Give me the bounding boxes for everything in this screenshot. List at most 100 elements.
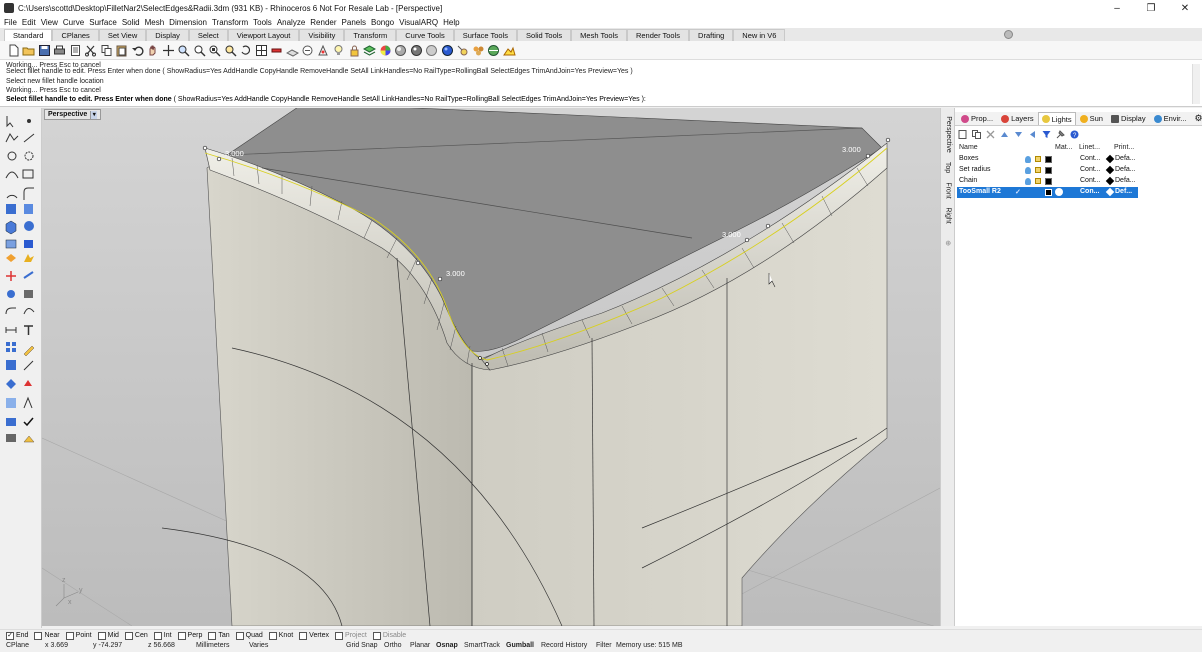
checkbox-icon[interactable]	[153, 631, 162, 640]
menu-analyze[interactable]: Analyze	[277, 18, 305, 27]
checkbox-icon[interactable]	[65, 631, 74, 640]
layer-lock-icon[interactable]	[1035, 178, 1041, 184]
panel-tab-properties[interactable]: Prop...	[957, 112, 997, 125]
panel-tab-sun[interactable]: Sun	[1076, 112, 1107, 125]
properties-sheet-icon[interactable]	[68, 43, 82, 57]
menu-surface[interactable]: Surface	[89, 18, 117, 27]
minimize-button[interactable]: –	[1100, 0, 1134, 16]
layer-tools-icon[interactable]	[1055, 129, 1065, 139]
status-planar[interactable]: Planar	[410, 642, 430, 649]
layer-visible-bulb-icon[interactable]	[1025, 156, 1031, 163]
column-print[interactable]: Print...	[1114, 144, 1134, 151]
checkbox-icon[interactable]	[299, 631, 308, 640]
osnap-near[interactable]: Near	[34, 631, 60, 640]
column-linetype[interactable]: Linet...	[1079, 144, 1100, 151]
tab-cplanes[interactable]: CPlanes	[52, 29, 99, 41]
tab-standard[interactable]: Standard	[4, 29, 53, 41]
filter-icon[interactable]	[1041, 129, 1051, 139]
panel-tab-layers[interactable]: Layers	[997, 112, 1038, 125]
layer-row[interactable]: Boxes Cont... Defa...	[957, 154, 1138, 165]
status-grid-snap[interactable]: Grid Snap	[346, 642, 378, 649]
status-ortho[interactable]: Ortho	[384, 642, 402, 649]
print-color-icon[interactable]	[1105, 165, 1115, 175]
tab-mesh-tools[interactable]: Mesh Tools	[571, 29, 627, 41]
osnap-end[interactable]: ✓ End	[6, 631, 28, 640]
osnap-cen[interactable]: Cen	[124, 631, 148, 640]
save-icon[interactable]	[37, 43, 51, 57]
move-up-icon[interactable]	[999, 129, 1009, 139]
spotlight-icon[interactable]	[456, 43, 470, 57]
paste-icon[interactable]	[115, 43, 129, 57]
copy-icon[interactable]	[99, 43, 113, 57]
menu-file[interactable]: File	[4, 18, 17, 27]
menu-transform[interactable]: Transform	[212, 18, 248, 27]
rendered-sphere-icon[interactable]	[409, 43, 423, 57]
help-icon[interactable]: ?	[1069, 129, 1079, 139]
print-color-icon[interactable]	[1105, 176, 1115, 186]
maximize-button[interactable]: ❐	[1134, 0, 1168, 16]
zoom-extents-icon[interactable]	[208, 43, 222, 57]
column-name[interactable]: Name	[959, 144, 978, 151]
menu-mesh[interactable]: Mesh	[145, 18, 165, 27]
layer-row[interactable]: Chain Cont... Defa...	[957, 176, 1138, 187]
ghosted-sphere-icon[interactable]	[425, 43, 439, 57]
status-smarttrack[interactable]: SmartTrack	[464, 642, 500, 649]
new-sublayer-icon[interactable]	[971, 129, 981, 139]
menu-solid[interactable]: Solid	[122, 18, 140, 27]
tab-drafting[interactable]: Drafting	[689, 29, 734, 41]
tab-visibility[interactable]: Visibility	[299, 29, 345, 41]
checkbox-icon[interactable]	[268, 631, 277, 640]
checkbox-icon[interactable]	[177, 631, 186, 640]
tab-display[interactable]: Display	[146, 29, 189, 41]
tab-solid-tools[interactable]: Solid Tools	[517, 29, 572, 41]
environment-icon[interactable]	[487, 43, 501, 57]
viewport-tab-top[interactable]: Top	[942, 158, 954, 176]
command-history-scrollbar[interactable]	[1192, 64, 1200, 104]
lock-icon[interactable]	[347, 43, 361, 57]
osnap-project[interactable]: Project	[335, 631, 367, 640]
menu-panels[interactable]: Panels	[342, 18, 366, 27]
move-parent-icon[interactable]	[1027, 129, 1037, 139]
status-layer[interactable]: Varies	[249, 642, 268, 649]
layer-lock-icon[interactable]	[1035, 156, 1041, 162]
four-viewports-icon[interactable]	[254, 43, 268, 57]
checkbox-icon[interactable]	[208, 631, 217, 640]
cut-icon[interactable]	[84, 43, 98, 57]
checkbox-icon[interactable]	[372, 631, 381, 640]
grid-display-icon[interactable]	[285, 43, 299, 57]
status-units[interactable]: Millimeters	[196, 642, 229, 649]
tab-viewport-layout[interactable]: Viewport Layout	[227, 29, 300, 41]
select-all-icon[interactable]	[270, 43, 284, 57]
menu-view[interactable]: View	[41, 18, 58, 27]
layer-row-current[interactable]: TooSmall R2 ✓ Con... Def...	[957, 187, 1138, 198]
osnap-quad[interactable]: Quad	[235, 631, 263, 640]
move-down-icon[interactable]	[1013, 129, 1023, 139]
osnap-knot[interactable]: Knot	[268, 631, 293, 640]
light-bulb-icon[interactable]	[332, 43, 346, 57]
print-color-icon[interactable]	[1105, 154, 1115, 164]
osnap-disable[interactable]: Disable	[372, 631, 406, 640]
menu-tools[interactable]: Tools	[253, 18, 272, 27]
checkbox-checked-icon[interactable]: ✓	[6, 631, 14, 640]
menu-bongo[interactable]: Bongo	[371, 18, 394, 27]
panel-tab-lights[interactable]: Lights	[1037, 112, 1076, 125]
tab-set-view[interactable]: Set View	[98, 29, 147, 41]
layer-color-swatch[interactable]	[1045, 189, 1052, 196]
color-wheel-icon[interactable]	[378, 43, 392, 57]
layer-icon[interactable]	[363, 43, 377, 57]
material-library-icon[interactable]	[471, 43, 485, 57]
tab-select[interactable]: Select	[188, 29, 228, 41]
undo-icon[interactable]	[130, 43, 144, 57]
status-osnap[interactable]: Osnap	[436, 642, 458, 649]
osnap-int[interactable]: Int	[153, 631, 172, 640]
layer-visible-bulb-icon[interactable]	[1025, 167, 1031, 174]
new-file-icon[interactable]	[6, 43, 20, 57]
viewport-tab-right[interactable]: Right	[942, 204, 954, 226]
status-cplane[interactable]: CPlane	[6, 642, 29, 649]
osnap-vertex[interactable]: Vertex	[299, 631, 329, 640]
tab-transform[interactable]: Transform	[344, 29, 397, 41]
pan-hand-icon[interactable]	[146, 43, 160, 57]
print-icon[interactable]	[53, 43, 67, 57]
status-gumball[interactable]: Gumball	[506, 642, 534, 649]
zoom-window-icon[interactable]	[192, 43, 206, 57]
